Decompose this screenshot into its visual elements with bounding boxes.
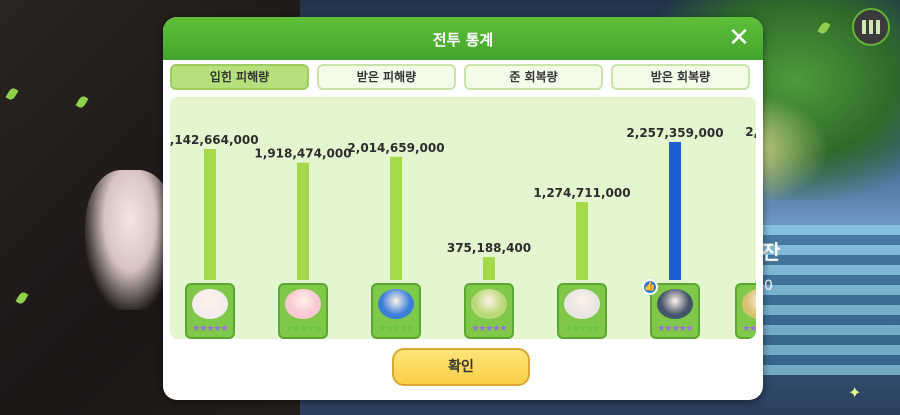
value-label-6: 2,257,359,000 [626, 126, 723, 140]
modal-header: 전투 통계 ✕ [163, 17, 763, 60]
tab-healing-done[interactable]: 준 회복량 [464, 64, 603, 90]
bar-4 [483, 257, 495, 280]
star-rating-icon: ★★★★★ [471, 324, 507, 334]
value-label-3: 2,014,659,000 [347, 141, 444, 155]
confirm-button[interactable]: 확인 [392, 348, 530, 386]
mvp-thumbs-up-icon: 👍 [642, 279, 658, 295]
portrait-cookie-6[interactable]: ★★★★★ [650, 283, 700, 339]
background-character [85, 170, 175, 310]
background-sign-text: 잔 [762, 240, 781, 264]
portrait-cookie-7[interactable]: ★★★★★ [735, 283, 756, 339]
menu-button[interactable] [852, 8, 890, 46]
cookie-face [192, 289, 228, 319]
star-rating-icon: ★★★★★ [192, 324, 228, 334]
tab-damage-taken[interactable]: 받은 피해량 [317, 64, 456, 90]
cookie-face [471, 289, 507, 319]
cookie-face [285, 289, 321, 319]
bar-5 [576, 202, 588, 280]
stats-icon [862, 20, 880, 34]
portrait-cookie-1[interactable]: ★★★★★ [185, 283, 235, 339]
value-label-1: 2,142,664,000 [170, 133, 259, 147]
portrait-cookie-3[interactable]: ★★★★★ [371, 283, 421, 339]
modal-title: 전투 통계 [432, 31, 494, 49]
tab-damage-dealt[interactable]: 입힌 피해량 [170, 64, 309, 90]
value-label-4: 375,188,400 [447, 241, 531, 255]
bar-6 [669, 142, 681, 280]
value-label-7: 2,07 [745, 125, 756, 139]
tab-healing-received[interactable]: 받은 회복량 [611, 64, 750, 90]
cookie-face [657, 289, 693, 319]
bar-2 [297, 162, 309, 280]
value-label-2: 1,918,474,000 [254, 147, 351, 161]
close-icon[interactable]: ✕ [726, 25, 752, 51]
value-label-5: 1,274,711,000 [533, 186, 630, 200]
cookie-face [742, 289, 756, 319]
sparkle-icon: ✦ [848, 383, 862, 402]
portrait-cookie-4[interactable]: ★★★★★ [464, 283, 514, 339]
cookie-face [564, 289, 600, 319]
star-rating-icon: ★★★★★ [378, 324, 414, 334]
bar-1 [204, 149, 216, 280]
tab-bar: 입힌 피해량 받은 피해량 준 회복량 받은 회복량 [170, 64, 756, 92]
portrait-cookie-5[interactable]: ★★★★★ [557, 283, 607, 339]
bar-3 [390, 156, 402, 280]
star-rating-icon: ★★★★★ [657, 324, 693, 334]
star-rating-icon: ★★★★★ [742, 324, 756, 334]
background-sign-text-2: 0 [764, 278, 773, 294]
damage-chart: 2,142,664,000 1,918,474,000 2,014,659,000 3… [170, 97, 756, 339]
star-rating-icon: ★★★★★ [564, 324, 600, 334]
portrait-cookie-2[interactable]: ★★★★★ [278, 283, 328, 339]
battle-stats-modal: 전투 통계 ✕ 입힌 피해량 받은 피해량 준 회복량 받은 회복량 2,142… [163, 17, 763, 400]
cookie-face [378, 289, 414, 319]
star-rating-icon: ★★★★★ [285, 324, 321, 334]
